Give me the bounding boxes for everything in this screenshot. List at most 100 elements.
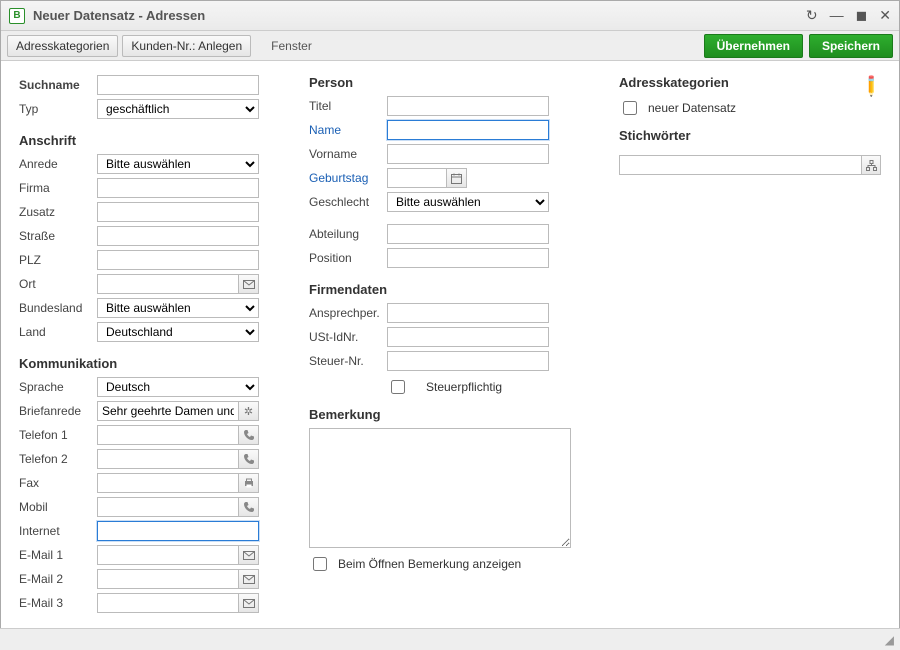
anrede-label: Anrede	[19, 157, 97, 171]
geschlecht-label: Geschlecht	[309, 195, 387, 209]
mobil-input[interactable]	[97, 497, 239, 517]
strasse-input[interactable]	[97, 226, 259, 246]
abteilung-input[interactable]	[387, 224, 549, 244]
kommunikation-heading: Kommunikation	[19, 356, 279, 371]
phone-icon[interactable]	[239, 425, 259, 445]
internet-input[interactable]	[97, 521, 259, 541]
ustid-input[interactable]	[387, 327, 549, 347]
tel2-input[interactable]	[97, 449, 239, 469]
firma-input[interactable]	[97, 178, 259, 198]
briefanrede-input[interactable]	[97, 401, 239, 421]
speichern-button[interactable]: Speichern	[809, 34, 893, 58]
bemerkung-textarea[interactable]	[309, 428, 571, 548]
tel1-label: Telefon 1	[19, 428, 97, 442]
status-bar: ◢	[0, 628, 900, 650]
neuer-datensatz-checkbox[interactable]	[623, 101, 637, 115]
envelope-icon[interactable]	[239, 593, 259, 613]
position-label: Position	[309, 251, 387, 265]
typ-label: Typ	[19, 102, 97, 116]
email2-input[interactable]	[97, 569, 239, 589]
close-icon[interactable]: ✕	[879, 7, 891, 24]
strasse-label: Straße	[19, 229, 97, 243]
maximize-icon[interactable]: ◼	[856, 7, 868, 24]
pencil-icon[interactable]: ✏️	[859, 73, 885, 99]
uebernehmen-button[interactable]: Übernehmen	[704, 34, 803, 58]
plz-input[interactable]	[97, 250, 259, 270]
land-select[interactable]: Deutschland	[97, 322, 259, 342]
briefanrede-label: Briefanrede	[19, 404, 97, 418]
sprache-select[interactable]: Deutsch	[97, 377, 259, 397]
refresh-icon[interactable]: ↻	[806, 7, 818, 24]
land-label: Land	[19, 325, 97, 339]
steuernr-input[interactable]	[387, 351, 549, 371]
email3-label: E-Mail 3	[19, 596, 97, 610]
fax-label: Fax	[19, 476, 97, 490]
gear-icon[interactable]: ✲	[239, 401, 259, 421]
email3-input[interactable]	[97, 593, 239, 613]
bemerkung-heading: Bemerkung	[309, 407, 589, 422]
vorname-label: Vorname	[309, 147, 387, 161]
ansprech-label: Ansprechper.	[309, 306, 387, 320]
zusatz-input[interactable]	[97, 202, 259, 222]
bundesland-label: Bundesland	[19, 301, 97, 315]
position-input[interactable]	[387, 248, 549, 268]
ansprech-input[interactable]	[387, 303, 549, 323]
steuerpflichtig-checkbox[interactable]	[391, 380, 405, 394]
person-heading: Person	[309, 75, 589, 90]
mobil-label: Mobil	[19, 500, 97, 514]
anrede-select[interactable]: Bitte auswählen	[97, 154, 259, 174]
envelope-icon[interactable]	[239, 274, 259, 294]
email2-label: E-Mail 2	[19, 572, 97, 586]
toolbar: Adresskategorien Kunden-Nr.: Anlegen Fen…	[1, 31, 899, 61]
fax-icon[interactable]	[239, 473, 259, 493]
plz-label: PLZ	[19, 253, 97, 267]
titel-label: Titel	[309, 99, 387, 113]
neuer-datensatz-label: neuer Datensatz	[648, 101, 736, 115]
typ-select[interactable]: geschäftlich	[97, 99, 259, 119]
geschlecht-select[interactable]: Bitte auswählen	[387, 192, 549, 212]
abteilung-label: Abteilung	[309, 227, 387, 241]
title-bar: B Neuer Datensatz - Adressen ↻ — ◼ ✕	[1, 1, 899, 31]
stichwoerter-heading: Stichwörter	[619, 128, 881, 143]
titel-input[interactable]	[387, 96, 549, 116]
tel2-label: Telefon 2	[19, 452, 97, 466]
sitemap-icon[interactable]	[861, 155, 881, 175]
email1-input[interactable]	[97, 545, 239, 565]
ort-input[interactable]	[97, 274, 239, 294]
bemerkung-show-label: Beim Öffnen Bemerkung anzeigen	[338, 557, 521, 571]
ort-label: Ort	[19, 277, 97, 291]
kundennr-button[interactable]: Kunden-Nr.: Anlegen	[122, 35, 251, 57]
envelope-icon[interactable]	[239, 545, 259, 565]
sprache-label: Sprache	[19, 380, 97, 394]
geburtstag-label[interactable]: Geburtstag	[309, 171, 387, 185]
geburtstag-input[interactable]	[387, 168, 447, 188]
resize-grip-icon[interactable]: ◢	[885, 633, 894, 647]
window-title: Neuer Datensatz - Adressen	[33, 8, 205, 23]
ustid-label: USt-IdNr.	[309, 330, 387, 344]
bundesland-select[interactable]: Bitte auswählen	[97, 298, 259, 318]
app-icon: B	[9, 8, 25, 24]
calendar-icon[interactable]	[447, 168, 467, 188]
suchname-label: Suchname	[19, 78, 97, 92]
phone-icon[interactable]	[239, 449, 259, 469]
vorname-input[interactable]	[387, 144, 549, 164]
fenster-menu[interactable]: Fenster	[271, 39, 312, 53]
envelope-icon[interactable]	[239, 569, 259, 589]
internet-label: Internet	[19, 524, 97, 538]
stichwoerter-input[interactable]	[619, 155, 861, 175]
phone-icon[interactable]	[239, 497, 259, 517]
suchname-input[interactable]	[97, 75, 259, 95]
email1-label: E-Mail 1	[19, 548, 97, 562]
fax-input[interactable]	[97, 473, 239, 493]
bemerkung-show-checkbox[interactable]	[313, 557, 327, 571]
adresskategorien-heading: Adresskategorien	[619, 75, 729, 90]
name-input[interactable]	[387, 120, 549, 140]
steuernr-label: Steuer-Nr.	[309, 354, 387, 368]
name-label[interactable]: Name	[309, 123, 387, 137]
adresskategorien-button[interactable]: Adresskategorien	[7, 35, 118, 57]
tel1-input[interactable]	[97, 425, 239, 445]
steuerpflichtig-label: Steuerpflichtig	[426, 380, 502, 394]
firma-label: Firma	[19, 181, 97, 195]
zusatz-label: Zusatz	[19, 205, 97, 219]
minimize-icon[interactable]: —	[830, 7, 844, 24]
